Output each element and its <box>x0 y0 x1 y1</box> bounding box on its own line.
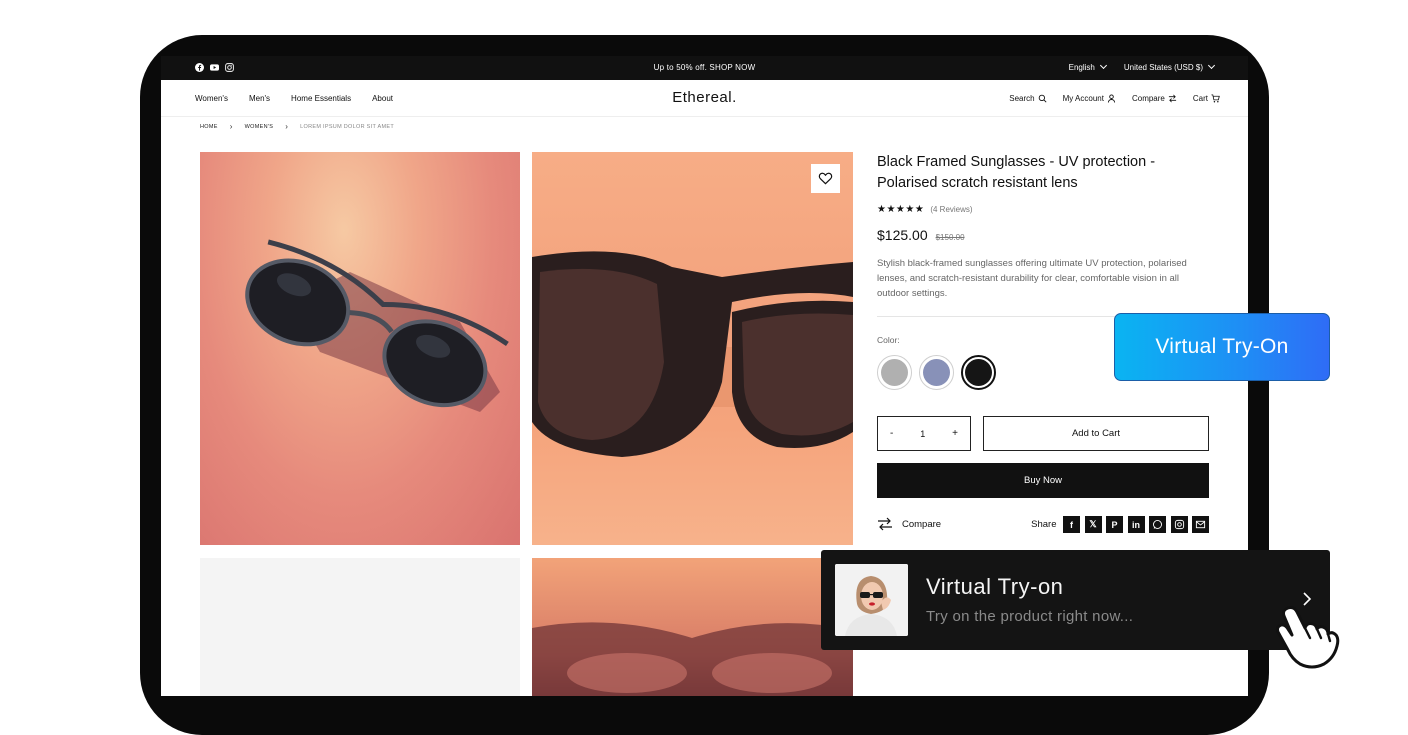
breadcrumb: HOME › WOMEN'S › LOREM IPSUM DOLOR SIT A… <box>200 122 394 131</box>
breadcrumb-womens[interactable]: WOMEN'S <box>245 124 274 130</box>
qty-increase-button[interactable]: + <box>952 428 958 439</box>
product-image-3[interactable] <box>200 558 520 696</box>
instagram-icon[interactable] <box>1170 516 1188 533</box>
quantity-stepper: - 1 + <box>877 416 971 451</box>
swatch-black[interactable] <box>961 355 996 390</box>
account-label: My Account <box>1062 94 1104 103</box>
product-title: Black Framed Sunglasses - UV protection … <box>877 154 1156 191</box>
email-icon[interactable] <box>1192 516 1209 533</box>
add-to-cart-button[interactable]: Add to Cart <box>983 416 1209 451</box>
swatch-blue-grey[interactable] <box>919 355 954 390</box>
buy-now-button[interactable]: Buy Now <box>877 463 1209 498</box>
pinterest-icon[interactable]: P <box>1106 516 1123 533</box>
product-image-1[interactable] <box>200 152 520 545</box>
facebook-icon[interactable]: f <box>1063 516 1080 533</box>
product-description: Stylish black-framed sunglasses offering… <box>877 258 1187 299</box>
compare-label: Compare <box>902 518 942 530</box>
language-selector[interactable]: English <box>1069 63 1106 72</box>
wishlist-button[interactable] <box>811 164 840 193</box>
compare-button[interactable]: Compare <box>877 516 941 532</box>
cart-label: Cart <box>1192 94 1208 103</box>
star-rating-icon: ★★★★★ <box>877 204 925 215</box>
search-label: Search <box>1009 94 1035 103</box>
heart-icon <box>818 172 833 185</box>
cart-row: - 1 + Add to Cart <box>877 416 1209 451</box>
user-icon <box>1107 94 1116 103</box>
swatch-dot <box>881 359 908 386</box>
price-block: $125.00 $150.00 <box>877 227 1209 243</box>
swatch-dot <box>965 359 992 386</box>
current-price: $125.00 <box>877 227 928 243</box>
site-header: Women's Men's Home Essentials About Ethe… <box>161 80 1248 117</box>
account-link[interactable]: My Account <box>1063 94 1116 103</box>
x-icon[interactable]: 𝕏 <box>1084 516 1102 533</box>
breadcrumb-current: LOREM IPSUM DOLOR SIT AMET <box>300 123 395 130</box>
compare-arrows-icon <box>878 517 892 531</box>
swatch-dot <box>923 359 950 386</box>
compare-label: Compare <box>1131 94 1165 103</box>
hand-pointer-icon <box>1275 606 1340 669</box>
announcement-bar: Up to 50% off. SHOP NOW English United S… <box>161 56 1248 80</box>
model-thumbnail <box>835 564 908 636</box>
breadcrumb-home[interactable]: HOME <box>200 124 218 130</box>
product-image-4[interactable] <box>532 558 853 696</box>
review-count-link[interactable]: (4 Reviews) <box>930 205 972 214</box>
virtual-try-on-card[interactable]: Virtual Try-on Try on the product right … <box>821 550 1330 650</box>
linkedin-icon[interactable]: in <box>1127 516 1145 533</box>
qty-input[interactable]: 1 <box>920 429 925 439</box>
compare-link[interactable]: Compare <box>1132 94 1177 103</box>
vto-card-subtitle: Try on the product right now... <box>926 608 1134 625</box>
vto-card-title: Virtual Try-on <box>926 574 1064 599</box>
whatsapp-icon[interactable] <box>1149 516 1166 533</box>
search-icon <box>1038 94 1047 103</box>
chevron-right-icon: › <box>285 122 289 131</box>
cart-link[interactable]: Cart <box>1193 94 1220 103</box>
search-link[interactable]: Search <box>1009 94 1047 103</box>
currency-selector[interactable]: United States (USD $) <box>1124 63 1214 72</box>
qty-decrease-button[interactable]: - <box>890 428 893 439</box>
chevron-right-icon: › <box>229 122 233 131</box>
product-image-2[interactable] <box>532 152 853 545</box>
cart-icon <box>1211 94 1220 103</box>
virtual-try-on-button[interactable]: Virtual Try-On <box>1114 313 1330 381</box>
compare-icon <box>1168 94 1176 103</box>
original-price: $150.00 <box>935 233 965 242</box>
swatch-silver[interactable] <box>877 355 912 390</box>
product-rating: ★★★★★ (4 Reviews) <box>877 204 1209 215</box>
share-label: Share <box>1031 519 1057 530</box>
share-links: Share f 𝕏 P in <box>1031 516 1209 533</box>
compare-share-row: Compare Share f 𝕏 P in <box>877 516 1209 534</box>
